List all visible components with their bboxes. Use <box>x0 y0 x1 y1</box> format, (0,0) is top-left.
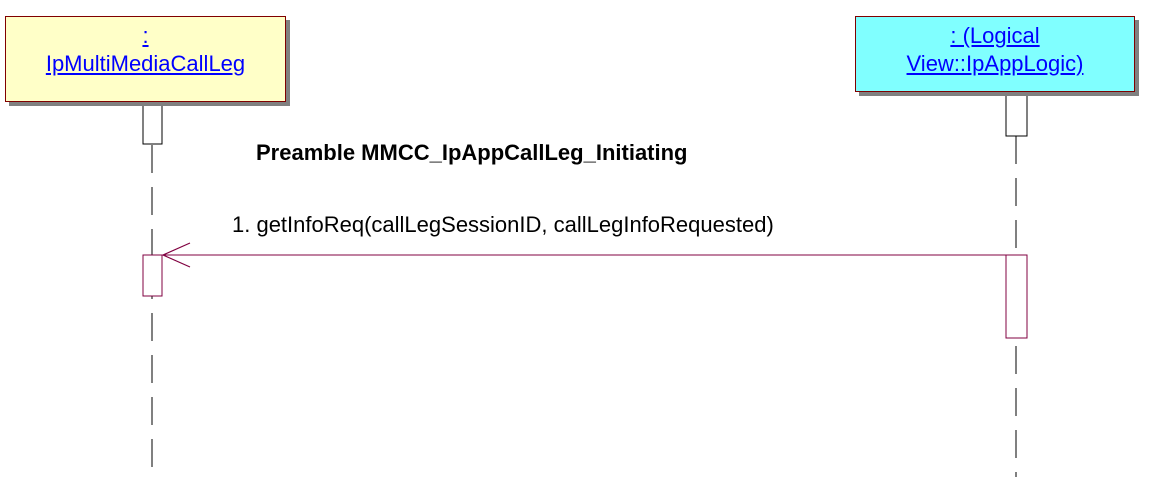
activation-right-top <box>1005 91 1028 137</box>
lifeline-right-line2: View::IpAppLogic) <box>906 51 1084 76</box>
lifeline-left-line2: IpMultiMediaCallLeg <box>45 51 246 76</box>
lifeline-box-ipmultimediacallleg[interactable]: : IpMultiMediaCallLeg <box>5 16 286 102</box>
lifeline-box-ipapplogic[interactable]: : (Logical View::IpAppLogic) <box>855 16 1135 92</box>
preamble-label: Preamble MMCC_IpAppCallLeg_Initiating <box>256 140 688 165</box>
lifeline-left-line1: : <box>142 23 149 48</box>
sequence-diagram: : IpMultiMediaCallLeg : (Logical View::I… <box>0 0 1163 477</box>
activation-left-top <box>142 101 163 145</box>
activation-left-receive <box>142 254 163 297</box>
activation-right-send <box>1005 254 1028 339</box>
message-label[interactable]: 1. getInfoReq(callLegSessionID, callLegI… <box>232 212 774 238</box>
lifeline-right-line1: : (Logical <box>950 23 1040 48</box>
